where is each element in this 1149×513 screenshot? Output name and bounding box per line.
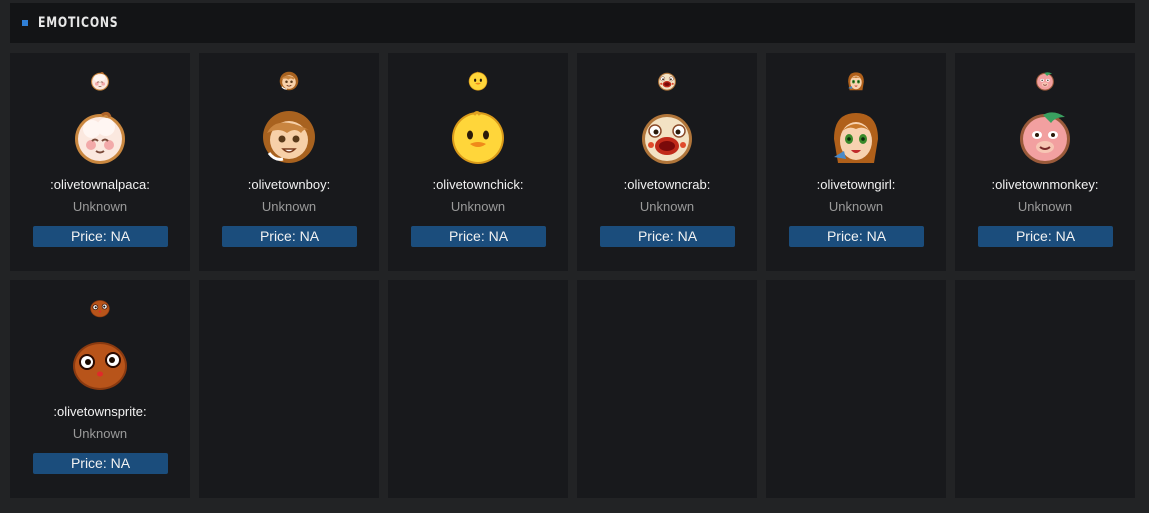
emoticon-card: :olivetownboy: Unknown Price: NA <box>199 53 379 271</box>
chick-icon <box>450 109 506 165</box>
section-title: EMOTICONS <box>38 15 119 31</box>
emoticon-name: :olivetownmonkey: <box>991 177 1099 192</box>
emoticon-status: Unknown <box>261 199 317 214</box>
girl-icon <box>846 71 866 91</box>
emoticon-card: :olivetownalpaca: Unknown Price: NA <box>10 53 190 271</box>
emoticon-status: Unknown <box>72 426 128 441</box>
monkey-icon <box>1035 71 1055 91</box>
header-bullet-icon <box>22 20 28 26</box>
sprite-icon <box>90 298 110 318</box>
price-button[interactable]: Price: NA <box>789 226 924 247</box>
emoticon-status: Unknown <box>1017 199 1073 214</box>
empty-card <box>766 280 946 498</box>
alpaca-icon <box>90 71 110 91</box>
emoticon-status: Unknown <box>72 199 128 214</box>
monkey-icon <box>1017 109 1073 165</box>
emoticon-card: :olivetowngirl: Unknown Price: NA <box>766 53 946 271</box>
price-button[interactable]: Price: NA <box>411 226 546 247</box>
emoticon-name: :olivetownalpaca: <box>50 177 150 192</box>
emoticon-card: :olivetownmonkey: Unknown Price: NA <box>955 53 1135 271</box>
emoticon-status: Unknown <box>450 199 506 214</box>
sprite-icon <box>72 336 128 392</box>
chick-icon <box>468 71 488 91</box>
boy-icon <box>261 109 317 165</box>
emoticon-name: :olivetownboy: <box>247 177 331 192</box>
emoticon-card: :olivetownsprite: Unknown Price: NA <box>10 280 190 498</box>
alpaca-icon <box>72 109 128 165</box>
crab-icon <box>639 109 695 165</box>
empty-card <box>577 280 757 498</box>
girl-icon <box>828 109 884 165</box>
empty-card <box>199 280 379 498</box>
emoticon-grid: :olivetownalpaca: Unknown Price: NA :oli… <box>10 53 1135 498</box>
boy-icon <box>279 71 299 91</box>
emoticon-name: :olivetowngirl: <box>816 177 896 192</box>
emoticon-status: Unknown <box>639 199 695 214</box>
empty-card <box>955 280 1135 498</box>
emoticon-name: :olivetowncrab: <box>623 177 711 192</box>
empty-card <box>388 280 568 498</box>
emoticon-status: Unknown <box>828 199 884 214</box>
emoticon-card: :olivetownchick: Unknown Price: NA <box>388 53 568 271</box>
emoticon-name: :olivetownchick: <box>432 177 524 192</box>
price-button[interactable]: Price: NA <box>222 226 357 247</box>
price-button[interactable]: Price: NA <box>978 226 1113 247</box>
price-button[interactable]: Price: NA <box>600 226 735 247</box>
emoticon-card: :olivetowncrab: Unknown Price: NA <box>577 53 757 271</box>
price-button[interactable]: Price: NA <box>33 453 168 474</box>
emoticon-name: :olivetownsprite: <box>53 404 147 419</box>
price-button[interactable]: Price: NA <box>33 226 168 247</box>
emoticons-section-header: EMOTICONS <box>10 3 1135 43</box>
crab-icon <box>657 71 677 91</box>
